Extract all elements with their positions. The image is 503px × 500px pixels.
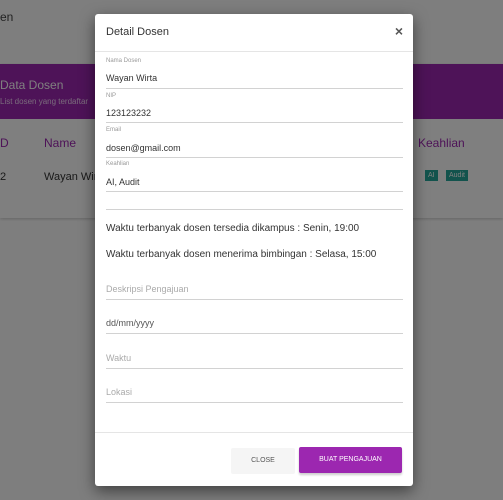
description-placeholder: Deskripsi Pengajuan	[106, 284, 189, 294]
guidance-info: Waktu terbanyak dosen menerima bimbingan…	[106, 249, 377, 260]
field-value: Wayan Wirta	[106, 73, 158, 83]
time-input[interactable]: Waktu	[106, 345, 403, 369]
location-input[interactable]: Lokasi	[106, 379, 403, 403]
field-label: Keahlian	[106, 161, 130, 167]
location-placeholder: Lokasi	[106, 387, 133, 397]
time-placeholder: Waktu	[106, 353, 132, 363]
modal-footer-divider	[95, 432, 413, 433]
modal-title: Detail Dosen	[106, 26, 169, 38]
date-value: dd/mm/yyyy	[106, 318, 155, 328]
field-label: Email	[106, 127, 122, 133]
date-input[interactable]: dd/mm/yyyy	[106, 310, 403, 334]
field-value: dosen@gmail.com	[106, 143, 181, 153]
field-value: AI, Audit	[106, 177, 140, 187]
description-input[interactable]: Deskripsi Pengajuan	[106, 276, 403, 300]
submit-request-button[interactable]: BUAT PENGAJUAN	[299, 447, 402, 473]
nip-field: NIP 123123232	[106, 93, 403, 123]
field-value: 123123232	[106, 108, 152, 118]
expertise-field: Keahlian AI, Audit	[106, 161, 403, 192]
divider	[106, 197, 403, 210]
lecturer-detail-modal: Detail Dosen × Nama Dosen Wayan Wirta NI…	[95, 14, 413, 486]
close-button[interactable]: CLOSE	[231, 448, 295, 474]
lecturer-name-field: Nama Dosen Wayan Wirta	[106, 58, 403, 89]
availability-info: Waktu terbanyak dosen tersedia dikampus …	[106, 223, 360, 234]
modal-header: Detail Dosen ×	[95, 14, 413, 52]
field-label: Nama Dosen	[106, 58, 142, 64]
close-icon[interactable]: ×	[395, 24, 403, 38]
field-label: NIP	[106, 93, 117, 99]
email-field: Email dosen@gmail.com	[106, 127, 403, 158]
